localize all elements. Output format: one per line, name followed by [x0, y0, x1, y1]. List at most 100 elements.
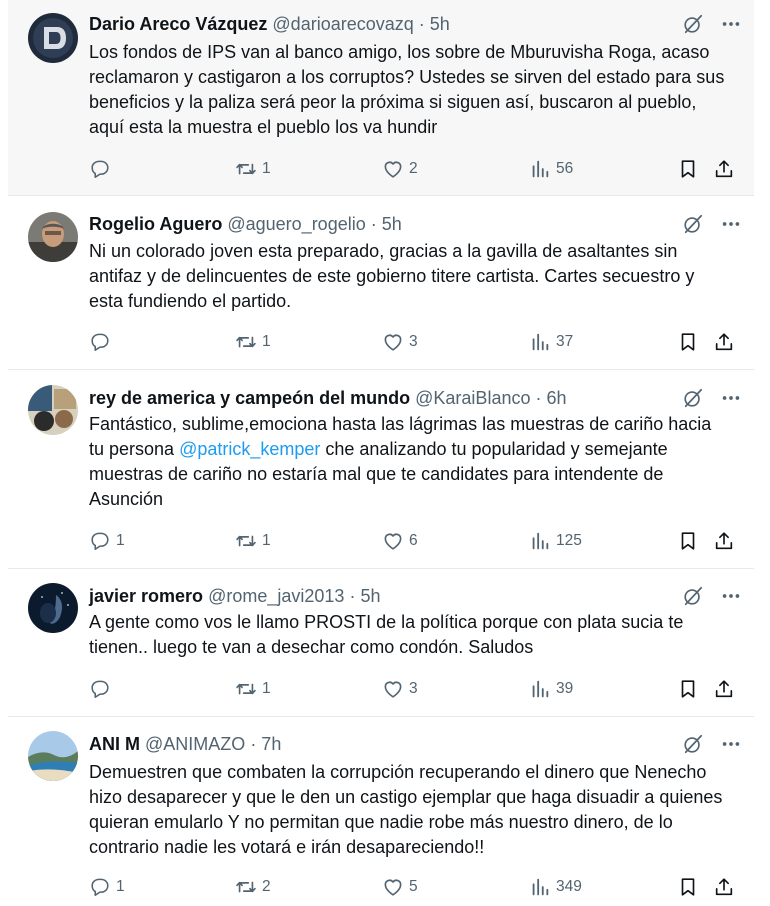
- action-bar: 1 2 56: [89, 156, 740, 182]
- action-bar: 1 1 6 125: [89, 528, 740, 554]
- like-button[interactable]: 3: [382, 329, 418, 355]
- grok-icon[interactable]: [682, 585, 704, 607]
- avatar[interactable]: [28, 212, 78, 262]
- views-icon: [529, 331, 551, 353]
- like-icon: [382, 158, 404, 180]
- views-button[interactable]: 125: [529, 528, 582, 554]
- tweet-text: A gente como vos le llamo PROSTI de la p…: [89, 612, 684, 657]
- author-name[interactable]: ANI M: [89, 734, 140, 754]
- bookmark-icon: [677, 158, 699, 180]
- tweet-4[interactable]: javier romero @rome_javi2013 · 5h A gent…: [8, 569, 754, 717]
- views-count: 125: [556, 532, 582, 549]
- tweet-text: Demuestren que combaten la corrupción re…: [89, 762, 723, 857]
- author-name[interactable]: Rogelio Aguero: [89, 214, 222, 234]
- views-icon: [529, 876, 551, 898]
- author-handle[interactable]: @ANIMAZO: [145, 734, 245, 754]
- tweet-3[interactable]: rey de america y campeón del mundo @Kara…: [8, 370, 754, 569]
- share-button[interactable]: [713, 676, 735, 702]
- reply-button[interactable]: 1: [89, 528, 125, 554]
- reply-icon: [89, 678, 111, 700]
- views-button[interactable]: 39: [529, 676, 573, 702]
- bookmark-button[interactable]: [677, 329, 699, 355]
- author-handle[interactable]: @aguero_rogelio: [227, 214, 365, 234]
- share-button[interactable]: [713, 528, 735, 554]
- reply-icon: [89, 158, 111, 180]
- tweet-header: rey de america y campeón del mundo @Kara…: [89, 385, 742, 411]
- tweet-2[interactable]: Rogelio Aguero @aguero_rogelio · 5h Ni u…: [8, 196, 754, 370]
- retweet-button[interactable]: 1: [235, 676, 271, 702]
- like-button[interactable]: 3: [382, 676, 418, 702]
- like-count: 3: [409, 333, 418, 350]
- retweet-button[interactable]: 1: [235, 329, 271, 355]
- share-icon: [713, 678, 735, 700]
- author-handle[interactable]: @rome_javi2013: [208, 586, 344, 606]
- bookmark-button[interactable]: [677, 676, 699, 702]
- like-button[interactable]: 6: [382, 528, 418, 554]
- reply-count: 1: [116, 878, 125, 895]
- tweet-5[interactable]: ANI M @ANIMAZO · 7h Demuestren que comba…: [8, 717, 754, 906]
- timestamp[interactable]: · 5h: [371, 214, 402, 234]
- avatar[interactable]: [28, 13, 78, 63]
- share-button[interactable]: [713, 874, 735, 900]
- views-button[interactable]: 56: [529, 156, 573, 182]
- reply-button[interactable]: 1: [89, 874, 125, 900]
- share-button[interactable]: [713, 329, 735, 355]
- retweet-button[interactable]: 1: [235, 156, 271, 182]
- tweet-1[interactable]: Dario Areco Vázquez @darioarecovazq · 5h…: [8, 0, 754, 196]
- reply-button[interactable]: [89, 329, 116, 355]
- timestamp[interactable]: · 6h: [536, 388, 567, 408]
- more-icon[interactable]: [720, 213, 742, 235]
- action-bar: 1 3 37: [89, 329, 740, 355]
- tweet-text: Fantástico, sublime,emociona hasta las l…: [89, 412, 730, 512]
- author-name[interactable]: javier romero: [89, 586, 203, 606]
- more-icon[interactable]: [720, 733, 742, 755]
- bookmark-button[interactable]: [677, 156, 699, 182]
- author-name[interactable]: Dario Areco Vázquez: [89, 14, 267, 34]
- bookmark-button[interactable]: [677, 528, 699, 554]
- views-button[interactable]: 349: [529, 874, 582, 900]
- timestamp[interactable]: · 5h: [349, 586, 380, 606]
- like-count: 6: [409, 532, 418, 549]
- bookmark-button[interactable]: [677, 874, 699, 900]
- tweet-text: Ni un colorado joven esta preparado, gra…: [89, 241, 695, 311]
- mention-link[interactable]: @patrick_kemper: [179, 439, 320, 459]
- author-handle[interactable]: @darioarecovazq: [272, 14, 413, 34]
- grok-icon[interactable]: [682, 387, 704, 409]
- more-icon[interactable]: [720, 585, 742, 607]
- grok-icon[interactable]: [682, 13, 704, 35]
- bookmark-icon: [677, 876, 699, 898]
- tweet-header: Rogelio Aguero @aguero_rogelio · 5h: [89, 211, 742, 237]
- more-icon[interactable]: [720, 387, 742, 409]
- reply-button[interactable]: [89, 156, 116, 182]
- retweet-icon: [235, 158, 257, 180]
- views-count: 39: [556, 680, 574, 697]
- bookmark-icon: [677, 331, 699, 353]
- like-icon: [382, 331, 404, 353]
- avatar[interactable]: [28, 583, 78, 633]
- retweet-button[interactable]: 1: [235, 528, 271, 554]
- timestamp[interactable]: · 7h: [250, 734, 281, 754]
- grok-icon[interactable]: [682, 733, 704, 755]
- avatar[interactable]: [28, 731, 78, 781]
- grok-icon[interactable]: [682, 213, 704, 235]
- reply-icon: [89, 876, 111, 898]
- share-icon: [713, 876, 735, 898]
- author-name[interactable]: rey de america y campeón del mundo: [89, 388, 410, 408]
- tweet-header: Dario Areco Vázquez @darioarecovazq · 5h: [89, 11, 742, 37]
- more-icon[interactable]: [720, 13, 742, 35]
- like-button[interactable]: 2: [382, 156, 418, 182]
- share-button[interactable]: [713, 156, 735, 182]
- like-count: 3: [409, 680, 418, 697]
- views-icon: [529, 158, 551, 180]
- timestamp[interactable]: · 5h: [419, 14, 450, 34]
- like-icon: [382, 530, 404, 552]
- share-icon: [713, 331, 735, 353]
- avatar[interactable]: [28, 385, 78, 435]
- share-icon: [713, 158, 735, 180]
- retweet-button[interactable]: 2: [235, 874, 271, 900]
- author-handle[interactable]: @KaraiBlanco: [415, 388, 530, 408]
- reply-button[interactable]: [89, 676, 116, 702]
- views-button[interactable]: 37: [529, 329, 573, 355]
- like-button[interactable]: 5: [382, 874, 418, 900]
- retweet-count: 2: [262, 878, 271, 895]
